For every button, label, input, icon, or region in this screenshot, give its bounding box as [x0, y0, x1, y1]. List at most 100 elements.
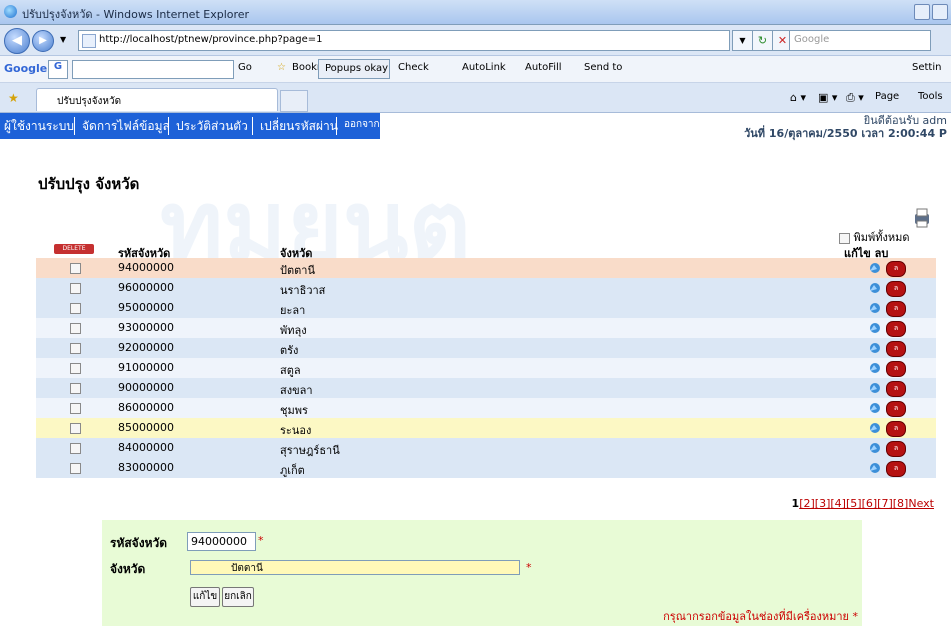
province-code: 90000000 [118, 381, 174, 394]
pager-next-link[interactable]: Next [908, 497, 934, 510]
table-row: 93000000 พัทลุง ล [36, 318, 936, 338]
pager-link[interactable]: [2] [799, 497, 815, 510]
star-icon[interactable]: ☆ [277, 62, 286, 73]
table-header: DELETE รหัสจังหวัด จังหวัด แก้ไข ลบ [36, 242, 936, 260]
name-input[interactable]: ปัตตานี [190, 560, 520, 575]
edit-icon[interactable] [868, 281, 882, 295]
google-logo[interactable]: Google [4, 62, 47, 75]
delete-icon[interactable]: ล [886, 421, 906, 437]
google-g-icon[interactable]: G [48, 60, 68, 79]
address-field[interactable]: http://localhost/ptnew/province.php?page… [78, 30, 730, 51]
back-icon[interactable]: ◀ [4, 28, 30, 54]
edit-icon[interactable] [868, 321, 882, 335]
tab-current[interactable]: ปรับปรุงจังหวัด [36, 88, 278, 111]
province-name: ปัตตานี [280, 264, 315, 277]
menu-users[interactable]: ผู้ใช้งานระบบ [4, 117, 74, 136]
edit-icon[interactable] [868, 341, 882, 355]
tab-bar: ★ ปรับปรุงจังหวัด ⌂ ▾ ▣ ▾ ⎙ ▾ Page Tools [0, 83, 951, 113]
go-button[interactable]: Go [238, 62, 252, 73]
edit-icon[interactable] [868, 461, 882, 475]
google-search-field[interactable] [72, 60, 234, 79]
autolink-button[interactable]: AutoLink [462, 62, 506, 73]
search-input[interactable]: Google [789, 30, 931, 51]
delete-icon[interactable]: ล [886, 441, 906, 457]
edit-icon[interactable] [868, 261, 882, 275]
name-label: จังหวัด [110, 562, 146, 576]
send-to-button[interactable]: Send to [584, 62, 622, 73]
row-checkbox[interactable] [70, 403, 81, 414]
home-icon[interactable]: ⌂ ▾ [790, 91, 806, 104]
pager-link[interactable]: [5] [846, 497, 862, 510]
maximize-icon[interactable] [932, 4, 948, 20]
forward-icon[interactable]: ▶ [32, 30, 54, 52]
code-input[interactable]: 94000000 [187, 532, 256, 551]
province-code: 85000000 [118, 421, 174, 434]
autofill-button[interactable]: AutoFill [525, 62, 562, 73]
province-name: พัทลุง [280, 324, 307, 337]
row-checkbox[interactable] [70, 463, 81, 474]
edit-icon[interactable] [868, 441, 882, 455]
new-tab-button[interactable] [280, 90, 308, 112]
minimize-icon[interactable] [914, 4, 930, 20]
province-name: สุราษฎร์ธานี [280, 444, 340, 457]
pager-link[interactable]: [7] [877, 497, 893, 510]
required-mark: * [526, 561, 532, 574]
delete-icon[interactable]: ล [886, 401, 906, 417]
delete-icon[interactable]: ล [886, 381, 906, 397]
check-button[interactable]: Check [398, 62, 429, 73]
row-checkbox[interactable] [70, 363, 81, 374]
delete-icon[interactable]: ล [886, 361, 906, 377]
refresh-icon[interactable]: ↻ [752, 30, 773, 51]
page-menu[interactable]: Page [875, 91, 899, 102]
history-dropdown-icon[interactable]: ▼ [60, 35, 66, 44]
province-name: สงขลา [280, 384, 313, 397]
menu-manage-files[interactable]: จัดการไฟล์ข้อมูล [82, 117, 170, 136]
delete-icon[interactable]: ล [886, 321, 906, 337]
settings-button[interactable]: Settin [912, 62, 941, 73]
province-code: 83000000 [118, 461, 174, 474]
delete-icon[interactable]: ล [886, 301, 906, 317]
delete-button[interactable]: DELETE [54, 244, 94, 254]
popups-button[interactable]: Popups okay [318, 59, 390, 79]
favorites-star-icon[interactable]: ★ [8, 91, 19, 105]
edit-icon[interactable] [868, 301, 882, 315]
row-checkbox[interactable] [70, 423, 81, 434]
row-checkbox[interactable] [70, 443, 81, 454]
pager-link[interactable]: [3] [815, 497, 831, 510]
menu-logout[interactable]: ออกจากระบบ [344, 117, 403, 132]
printer-icon[interactable] [913, 208, 929, 228]
cancel-button[interactable]: ยกเลิก [222, 587, 254, 607]
page-icon [82, 34, 96, 48]
menu-profile[interactable]: ประวัติส่วนตัว [176, 117, 248, 136]
delete-icon[interactable]: ล [886, 461, 906, 477]
pager-link[interactable]: [8] [893, 497, 909, 510]
table-row: 90000000 สงขลา ล [36, 378, 936, 398]
province-name: ภูเก็ต [280, 464, 305, 477]
row-checkbox[interactable] [70, 303, 81, 314]
row-checkbox[interactable] [70, 343, 81, 354]
edit-submit-button[interactable]: แก้ไข [190, 587, 220, 607]
delete-icon[interactable]: ล [886, 281, 906, 297]
row-checkbox[interactable] [70, 283, 81, 294]
menu-divider [252, 117, 253, 135]
print-icon[interactable]: ⎙ ▾ [846, 91, 864, 105]
address-dropdown-icon[interactable]: ▼ [732, 30, 753, 51]
feeds-icon[interactable]: ▣ ▾ [818, 91, 837, 104]
edit-icon[interactable] [868, 361, 882, 375]
pager-link[interactable]: [4] [830, 497, 846, 510]
edit-icon[interactable] [868, 381, 882, 395]
tab-title: ปรับปรุงจังหวัด [57, 96, 122, 107]
required-note: กรุณากรอกข้อมูลในช่องที่มีเครื่องหมาย * [663, 610, 858, 623]
table-row: 85000000 ระนอง ล [36, 418, 936, 438]
row-checkbox[interactable] [70, 323, 81, 334]
pager-link[interactable]: [6] [862, 497, 878, 510]
province-name: นราธิวาส [280, 284, 326, 297]
edit-icon[interactable] [868, 401, 882, 415]
edit-icon[interactable] [868, 421, 882, 435]
tools-menu[interactable]: Tools [918, 91, 943, 102]
delete-icon[interactable]: ล [886, 261, 906, 277]
delete-icon[interactable]: ล [886, 341, 906, 357]
menu-change-password[interactable]: เปลี่ยนรหัสผ่าน [260, 117, 338, 136]
row-checkbox[interactable] [70, 263, 81, 274]
row-checkbox[interactable] [70, 383, 81, 394]
